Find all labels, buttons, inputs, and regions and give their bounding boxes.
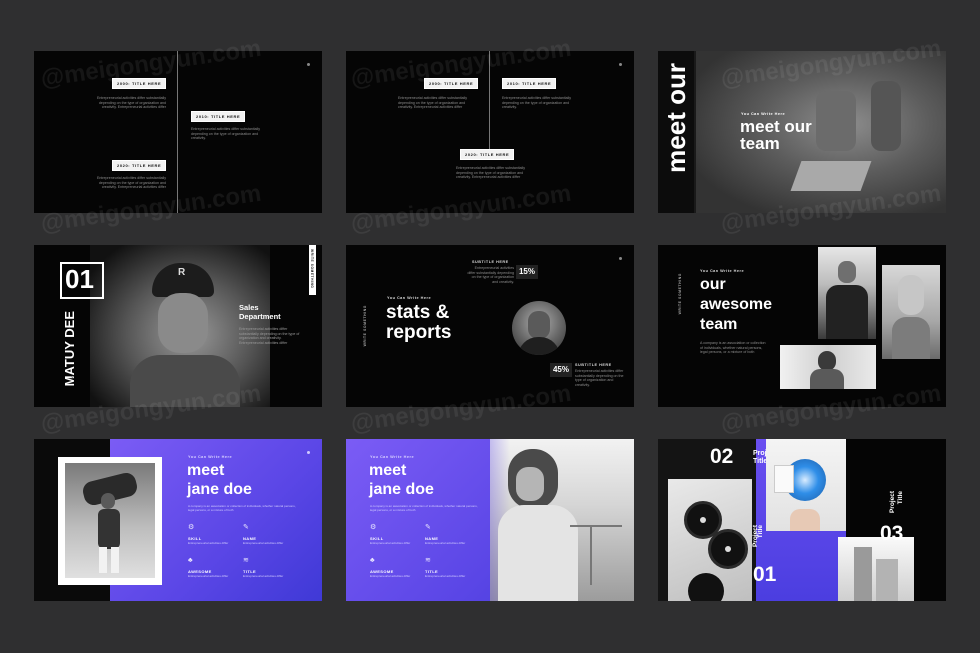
title-line2: jane doe: [187, 481, 252, 498]
stat-desc-2: Entrepreneurial activities differ substa…: [575, 369, 624, 387]
project-number-02: 02: [710, 445, 734, 468]
title-line2: team: [740, 134, 780, 153]
timeline-desc: Entrepreneurial activities differ substa…: [398, 96, 468, 110]
project-label-vertical: Project: [889, 491, 896, 514]
singer-photo: [490, 439, 634, 601]
item-sub: Entrepreneurial activities differ: [243, 541, 284, 545]
title-line2: reports: [386, 322, 452, 343]
slide-projects[interactable]: 02 Project Title Title Project 01 Projec…: [658, 439, 946, 601]
divider: [177, 51, 178, 213]
slide-jane-doe-2[interactable]: You Can Write Here meet jane doe A compa…: [346, 439, 634, 601]
timeline-desc: Entrepreneurial activities differ substa…: [96, 176, 166, 190]
profile-number: 01: [65, 264, 94, 294]
building-photo: [838, 537, 914, 601]
slide-jane-doe-1[interactable]: You Can Write Here meet jane doe A compa…: [34, 439, 322, 601]
profile-desc: Entrepreneurial activities differ substa…: [239, 327, 300, 345]
layers-icon: ≋: [425, 557, 431, 564]
stat-pct-2: 45%: [550, 363, 572, 377]
chevron-down-icon[interactable]: ⌄: [70, 373, 75, 380]
side-label: WRITE SOMETHING: [363, 305, 367, 347]
tree-icon: ♣: [370, 557, 375, 564]
stat-desc-1: Entrepreneurial activities differ substa…: [467, 266, 515, 284]
dept-line2: Department: [239, 312, 281, 321]
slide-dot: [619, 63, 622, 66]
item-sub: Entrepreneurial activities differ: [425, 574, 466, 578]
item-sub: Entrepreneurial activities differ: [370, 574, 411, 578]
subtitle-2: SUBTITLE HERE: [575, 363, 612, 367]
vertical-title: meet our: [661, 63, 691, 173]
profile-desc: A company is an association or collectio…: [370, 504, 478, 512]
profile-desc: A company is an association or collectio…: [188, 504, 296, 512]
jane-photo: [65, 463, 155, 578]
kicker: You Can Write Here: [741, 112, 786, 116]
project-number-03: 03: [880, 522, 904, 545]
project-title-vertical: Title: [897, 491, 904, 505]
kicker: You Can Write Here: [387, 296, 432, 300]
slide-awesome-team[interactable]: WRITE SOMETHING You Can Write Here our a…: [658, 245, 946, 407]
timeline-tag-2010: 2010: TITLE HERE: [191, 111, 246, 122]
stat-pct-1: 15%: [516, 265, 538, 279]
subtitle-1: SUBTITLE HERE: [472, 260, 509, 264]
title-line1: our: [700, 276, 726, 293]
title-line2: awesome: [700, 296, 773, 313]
timeline-tag-2000: 2000: TITLE HERE: [424, 78, 479, 89]
kicker: You Can Write Here: [370, 455, 415, 459]
tree-icon: ♣: [188, 557, 193, 564]
title-line2: jane doe: [369, 481, 434, 498]
slide-profile-matuy[interactable]: R 01 MATUY DEE ⌄ Sales Department Entrep…: [34, 245, 322, 407]
item-sub: Entrepreneurial activities differ: [188, 541, 229, 545]
project-number-01: 01: [753, 563, 777, 586]
profile-photo: R: [90, 245, 270, 407]
project-label-vertical: Project: [752, 525, 759, 548]
layers-icon: ≋: [243, 557, 249, 564]
timeline-desc: Entrepreneurial activities differ substa…: [191, 127, 261, 141]
member-photo-3: [780, 345, 876, 389]
item-sub: Entrepreneurial activities differ: [188, 574, 229, 578]
title-line3: team: [700, 316, 738, 333]
member-photo-2: [882, 265, 940, 359]
vinyl-photo: [668, 479, 752, 601]
gear-icon: ⚙: [370, 524, 377, 531]
item-sub: Entrepreneurial activities differ: [425, 541, 466, 545]
title-line1: meet: [187, 462, 225, 479]
item-sub: Entrepreneurial activities differ: [370, 541, 411, 545]
profile-name: MATUY DEE: [62, 311, 77, 387]
timeline-desc: Entrepreneurial activities differ substa…: [456, 166, 526, 180]
title-line1: stats &: [386, 302, 450, 323]
kicker: You Can Write Here: [188, 455, 233, 459]
team-desc: A company is an association or collectio…: [700, 341, 766, 355]
timeline-tag-2010: 2010: TITLE HERE: [502, 78, 557, 89]
timeline-desc: Entrepreneurial activities differ substa…: [96, 96, 166, 110]
timeline-tag-2020: 2020: TITLE HERE: [460, 149, 515, 160]
gear-icon: ⚙: [188, 524, 195, 531]
cap-logo-icon: R: [178, 267, 186, 278]
kicker: You Can Write Here: [700, 269, 745, 273]
timeline-tag-2020: 2020: TITLE HERE: [112, 160, 167, 171]
paperclip-icon: ✎: [425, 524, 431, 531]
team-photo: [696, 51, 946, 213]
timeline-tag-2000: 2000: TITLE HERE: [112, 78, 167, 89]
cd-photo: [766, 439, 846, 531]
slide-meet-our-team[interactable]: meet our You Can Write Here meet our tea…: [658, 51, 946, 213]
dept-line1: Sales: [239, 303, 259, 312]
member-photo-1: [818, 247, 876, 339]
slide-dot: [307, 63, 310, 66]
stats-avatar: [512, 301, 566, 355]
slide-timeline-2[interactable]: 2000: TITLE HERE Entrepreneurial activit…: [346, 51, 634, 213]
slide-stats-reports[interactable]: WRITE SOMETHING You Can Write Here stats…: [346, 245, 634, 407]
slide-dot: [619, 257, 622, 260]
title-line1: meet our: [740, 117, 812, 136]
paperclip-icon: ✎: [243, 524, 249, 531]
timeline-desc: Entrepreneurial activities differ substa…: [502, 96, 572, 110]
title-line1: meet: [369, 462, 407, 479]
divider: [489, 51, 490, 157]
side-label: WRITE SOMETHING: [678, 273, 682, 315]
slide-dot: [307, 451, 310, 454]
item-sub: Entrepreneurial activities differ: [243, 574, 284, 578]
side-label: WRITE SOMETHING: [310, 249, 314, 289]
slide-timeline-1[interactable]: 2000: TITLE HERE Entrepreneurial activit…: [34, 51, 322, 213]
